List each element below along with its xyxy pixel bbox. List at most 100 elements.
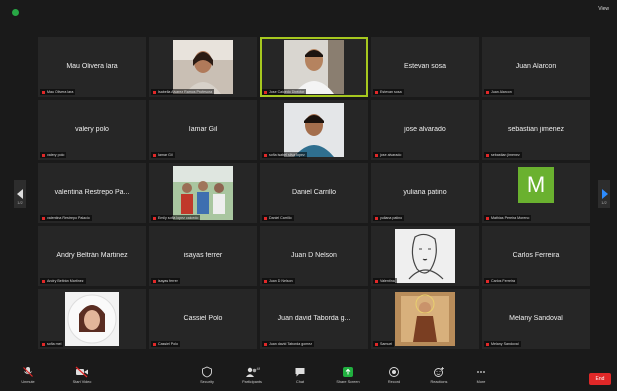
- participant-tile[interactable]: Juan Alarcon Juan Alarcon: [482, 37, 590, 97]
- participant-label-text: sofia mel: [47, 342, 62, 346]
- participant-label-text: Juan D Nelson: [269, 279, 293, 283]
- participant-tile[interactable]: Mau Olivera lara Mau Olivera lara: [38, 37, 146, 97]
- participant-video: [173, 40, 233, 94]
- shield-icon: [202, 366, 212, 378]
- participant-label: isayas ferrer: [151, 278, 180, 284]
- participant-label: valery polo: [40, 152, 67, 158]
- participant-tile[interactable]: M Mathias Pereira Moreno: [482, 163, 590, 223]
- participant-label-text: Juan Alarcon: [491, 90, 512, 94]
- participant-tile[interactable]: jose alvarado jose alvarado: [371, 100, 479, 160]
- participant-tile[interactable]: Juan D Nelson Juan D Nelson: [260, 226, 368, 286]
- arrow-left-icon: [17, 189, 23, 199]
- prev-page-button[interactable]: 1/2: [14, 180, 26, 208]
- avatar-letter: M: [526, 172, 546, 197]
- participant-tile[interactable]: Cassiel Polo Cassiel Polo: [149, 289, 257, 349]
- participant-label-text: Daniel Carrillo: [269, 216, 292, 220]
- muted-mic-icon: [264, 153, 267, 157]
- record-button[interactable]: Record: [380, 366, 408, 384]
- participant-tile[interactable]: Iamar Gil Iamar Gil: [149, 100, 257, 160]
- participant-tile[interactable]: Samuel: [371, 289, 479, 349]
- muted-mic-icon: [486, 153, 489, 157]
- participant-name: Andry Beltrán Martinez: [56, 252, 128, 260]
- participant-label-text: Estevan sosa: [380, 90, 402, 94]
- security-button[interactable]: Security: [192, 366, 222, 384]
- muted-mic-icon: [375, 216, 378, 220]
- view-button[interactable]: View: [598, 6, 609, 12]
- gallery-grid: Mau Olivera lara Mau Olivera lara Isabella…: [38, 37, 590, 349]
- participant-label: Emily sofia lopez caicedo: [151, 215, 201, 221]
- more-dots-icon: [477, 371, 485, 373]
- participant-tile[interactable]: Emily sofia lopez caicedo: [149, 163, 257, 223]
- participant-label: Jose Caicedo Director: [262, 89, 307, 95]
- muted-mic-icon: [153, 342, 156, 346]
- participant-label: Iamar Gil: [151, 152, 175, 158]
- participant-name: Daniel Carrillo: [292, 189, 336, 197]
- participant-name: Carlos Ferreira: [512, 252, 560, 260]
- participant-name: Mau Olivera lara: [66, 63, 118, 71]
- participant-tile[interactable]: isayas ferrer isayas ferrer: [149, 226, 257, 286]
- muted-mic-icon: [153, 90, 156, 94]
- participant-name: jose alvarado: [404, 126, 446, 134]
- participant-tile[interactable]: Daniel Carrillo Daniel Carrillo: [260, 163, 368, 223]
- participant-label: Juan Alarcon: [484, 89, 514, 95]
- participant-label: Juan david Taborda gomez: [262, 341, 315, 347]
- participant-video: [284, 103, 344, 157]
- reactions-button[interactable]: Reactions: [422, 366, 456, 384]
- participant-tile[interactable]: valery polo valery polo: [38, 100, 146, 160]
- more-button[interactable]: More: [468, 366, 494, 384]
- participant-name: sebastian jimenez: [507, 126, 565, 134]
- participant-tile[interactable]: Jose Caicedo Director: [260, 37, 368, 97]
- participant-tile[interactable]: valentina Restrepo Pa... valentina Restre…: [38, 163, 146, 223]
- participant-name: Juan D Nelson: [291, 252, 337, 260]
- video-off-icon: [75, 366, 88, 378]
- participants-icon: 49: [246, 366, 260, 377]
- participant-video: [395, 292, 455, 346]
- participant-tile[interactable]: sofia isabel silva lopez: [260, 100, 368, 160]
- participant-label: valentina Restrepo Palacio: [40, 215, 92, 221]
- security-shield-icon[interactable]: [12, 9, 19, 16]
- participant-tile[interactable]: Melany Sandoval Melany Sandoval: [482, 289, 590, 349]
- participant-name: Melany Sandoval: [509, 315, 563, 323]
- muted-mic-icon: [42, 279, 45, 283]
- end-meeting-button[interactable]: End: [589, 373, 611, 385]
- participant-name: yuliana patino: [403, 189, 447, 197]
- participant-name: Juan Alarcon: [515, 63, 557, 71]
- participant-label: Daniel Carrillo: [262, 215, 294, 221]
- participant-tile[interactable]: sofia mel: [38, 289, 146, 349]
- participant-tile[interactable]: Estevan sosa Estevan sosa: [371, 37, 479, 97]
- participant-label: Isabella Alvarez Ramos Profesora: [151, 89, 215, 95]
- participant-label: Mau Olivera lara: [40, 89, 76, 95]
- participants-button[interactable]: 49 Participants: [234, 366, 270, 384]
- muted-mic-icon: [264, 216, 267, 220]
- participant-label: sebastian jimenez: [484, 152, 522, 158]
- muted-mic-icon: [23, 367, 33, 377]
- participant-tile[interactable]: Carlos Ferreira Carlos Ferreira: [482, 226, 590, 286]
- participant-name: Iamar Gil: [188, 126, 218, 134]
- participant-label: Estevan sosa: [373, 89, 404, 95]
- participant-name: isayas ferrer: [183, 252, 223, 260]
- participant-label-text: Mathias Pereira Moreno: [491, 216, 530, 220]
- record-icon: [389, 367, 399, 377]
- record-label: Record: [387, 380, 401, 384]
- muted-mic-icon: [486, 90, 489, 94]
- participant-tile[interactable]: yuliana patino yuliana patino: [371, 163, 479, 223]
- participant-tile[interactable]: Isabella Alvarez Ramos Profesora: [149, 37, 257, 97]
- next-page-button[interactable]: 1/2: [598, 180, 610, 208]
- muted-mic-icon: [42, 90, 45, 94]
- start-video-button[interactable]: Start Video: [64, 366, 100, 384]
- share-screen-button[interactable]: Share Screen: [328, 366, 368, 384]
- participant-tile[interactable]: sebastian jimenez sebastian jimenez: [482, 100, 590, 160]
- participant-label: sofia isabel silva lopez: [262, 152, 307, 158]
- muted-mic-icon: [153, 216, 156, 220]
- participant-video: [395, 229, 455, 283]
- participant-label: jose alvarado: [373, 152, 404, 158]
- participant-name: Cassiel Polo: [183, 315, 223, 323]
- participant-tile[interactable]: Andry Beltrán Martinez Andry Beltrán Mart…: [38, 226, 146, 286]
- participant-tile[interactable]: Juan david Taborda g... Juan david Tabord…: [260, 289, 368, 349]
- chat-button[interactable]: Chat: [286, 366, 314, 384]
- participant-label-text: valery polo: [47, 153, 65, 157]
- unmute-button[interactable]: Unmute: [10, 366, 46, 384]
- participant-name: valery polo: [75, 126, 109, 134]
- meeting-toolbar: Unmute Start Video Security 49 Participa…: [0, 363, 617, 391]
- participant-tile[interactable]: Valentina: [371, 226, 479, 286]
